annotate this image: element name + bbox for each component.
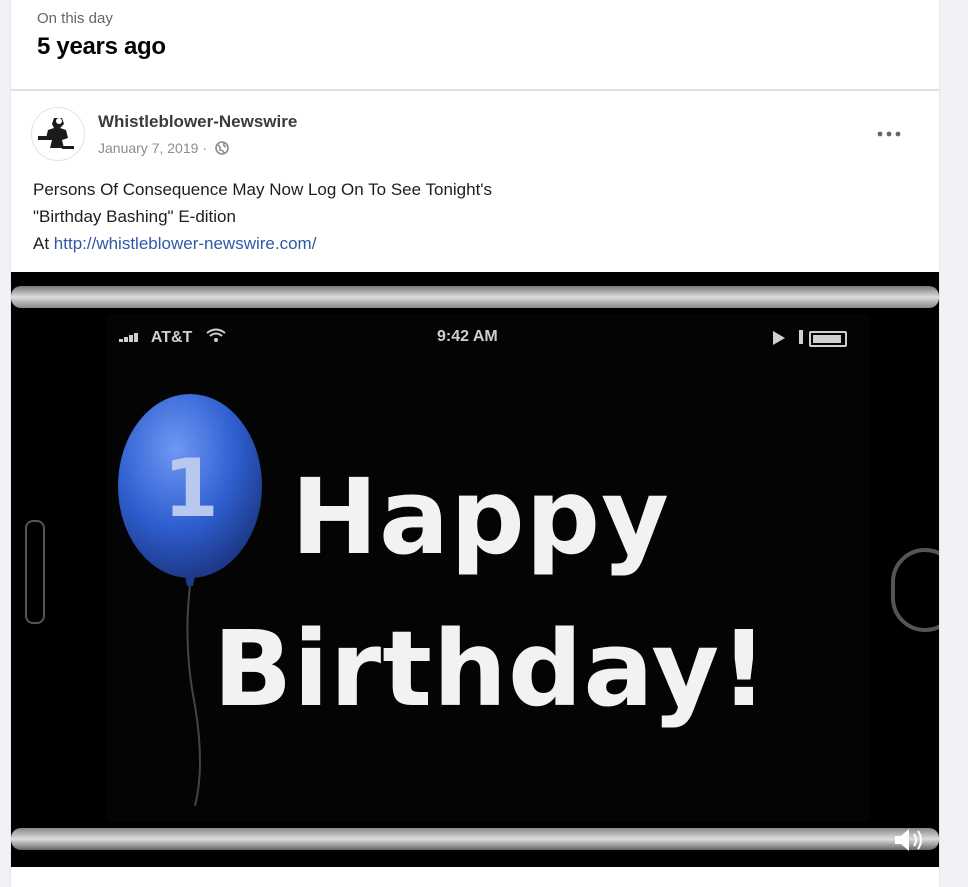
memory-years-ago: 5 years ago	[37, 33, 166, 60]
post-meta: January 7, 2019 ·	[98, 140, 229, 156]
memory-label: On this day	[37, 10, 113, 27]
carrier-label: AT&T	[119, 328, 227, 347]
phone-bezel-top	[11, 286, 939, 308]
post-text-prefix: At	[33, 234, 54, 253]
whistleblower-logo-icon	[33, 109, 83, 159]
meta-separator: ·	[202, 140, 208, 156]
carrier-text: AT&T	[150, 329, 193, 346]
phone-bezel-bottom	[11, 828, 939, 850]
post-text: Persons Of Consequence May Now Log On To…	[33, 176, 913, 257]
phone-screen: AT&T 9:42 AM 1 Happy Birthday!	[107, 314, 869, 822]
post-date[interactable]: January 7, 2019	[98, 140, 198, 156]
post-text-line2: "Birthday Bashing" E-dition	[33, 207, 236, 226]
video-text-birthday: Birthday!	[213, 608, 769, 730]
more-options-icon	[877, 131, 901, 137]
post-text-line3: At http://whistleblower-newswire.com/	[33, 230, 913, 257]
balloon-icon: 1	[118, 394, 262, 806]
divider	[11, 89, 939, 91]
balloon-number: 1	[163, 442, 219, 535]
phone-side-button	[25, 520, 45, 624]
phone-home-button	[891, 548, 939, 632]
volume-icon	[895, 829, 922, 851]
more-options-button[interactable]	[873, 118, 905, 150]
globe-icon	[215, 141, 229, 155]
status-bar: AT&T 9:42 AM	[107, 328, 869, 348]
video-text-happy: Happy	[291, 456, 670, 578]
post-header: Whistleblower-Newswire January 7, 2019 ·	[31, 104, 921, 164]
post-link[interactable]: http://whistleblower-newswire.com/	[54, 234, 317, 253]
rotation-lock-icon	[799, 330, 803, 344]
signal-icon	[119, 333, 138, 342]
avatar[interactable]	[31, 107, 85, 161]
post-author[interactable]: Whistleblower-Newswire	[98, 112, 297, 132]
post-text-line1: Persons Of Consequence May Now Log On To…	[33, 180, 493, 199]
memory-header: On this day 5 years ago	[37, 10, 166, 61]
volume-button[interactable]	[891, 826, 931, 859]
video-player[interactable]: AT&T 9:42 AM 1 Happy Birthday!	[11, 272, 939, 867]
status-time: 9:42 AM	[437, 328, 498, 345]
wifi-icon	[206, 328, 226, 342]
play-status-icon	[773, 331, 785, 345]
memory-card: On this day 5 years ago Whistleblower-Ne…	[10, 0, 940, 887]
battery-icon	[809, 331, 847, 347]
